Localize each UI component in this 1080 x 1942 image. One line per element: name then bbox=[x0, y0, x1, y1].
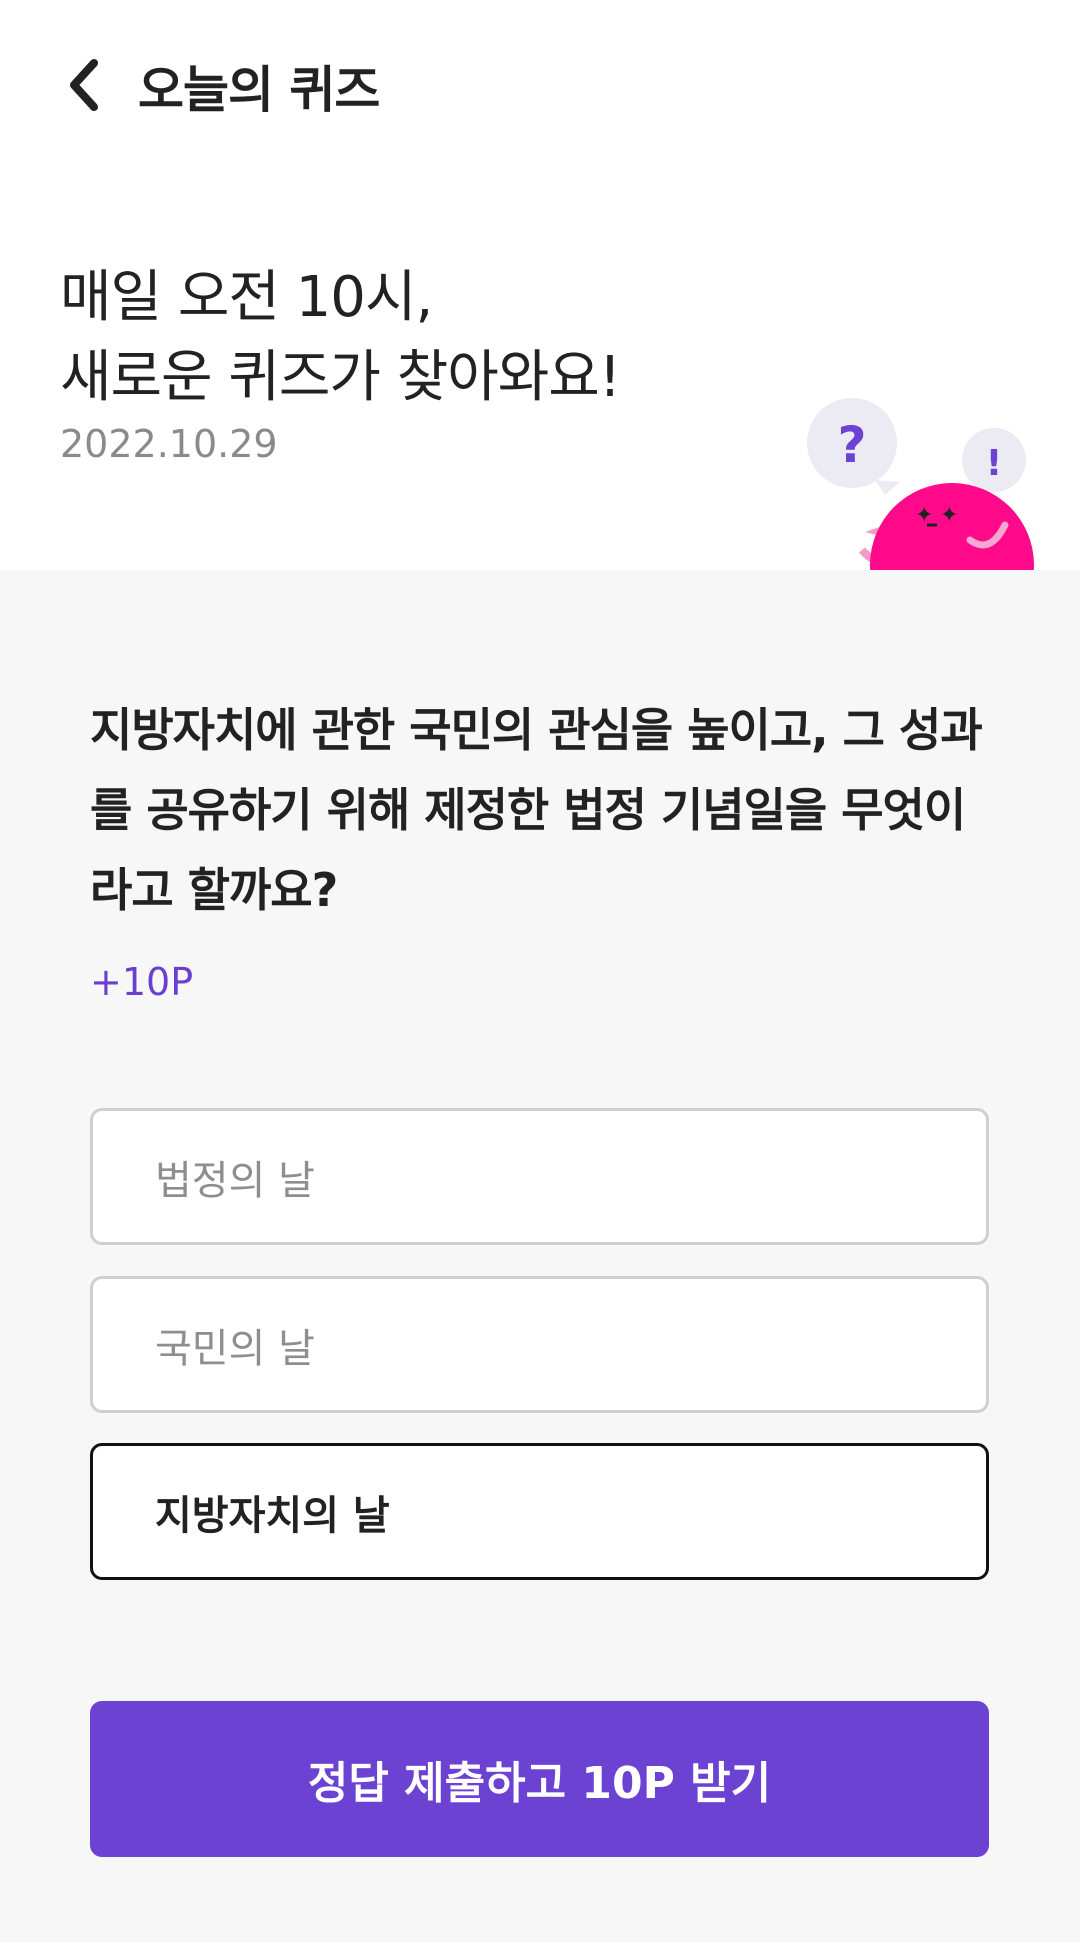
answer-option-1[interactable]: 법정의 날 bbox=[90, 1108, 989, 1245]
answer-option-label: 국민의 날 bbox=[155, 1325, 315, 1372]
answer-option-3[interactable]: 지방자치의 날 bbox=[90, 1443, 989, 1580]
mascot-illustration: ? ! ✦ ✦ bbox=[800, 220, 1040, 570]
svg-text:✦: ✦ bbox=[940, 503, 958, 528]
quiz-panel: 지방자치에 관한 국민의 관심을 높이고, 그 성과를 공유하기 위해 제정한 … bbox=[0, 570, 1080, 1942]
svg-text:?: ? bbox=[837, 416, 866, 474]
quiz-date: 2022.10.29 bbox=[60, 422, 278, 466]
chevron-left-icon bbox=[70, 59, 98, 111]
exclamation-bubble-icon: ! bbox=[962, 428, 1026, 492]
answer-option-label: 법정의 날 bbox=[155, 1157, 315, 1204]
hero-headline-line2: 새로운 퀴즈가 찾아와요! bbox=[60, 345, 621, 410]
page-title: 오늘의 퀴즈 bbox=[138, 61, 380, 119]
hero-headline-line1: 매일 오전 10시, bbox=[60, 265, 433, 330]
submit-answer-button[interactable]: 정답 제출하고 10P 받기 bbox=[90, 1701, 989, 1857]
pink-character-icon: ✦ ✦ bbox=[858, 483, 1034, 570]
quiz-question: 지방자치에 관한 국민의 관심을 높이고, 그 성과를 공유하기 위해 제정한 … bbox=[90, 703, 983, 917]
answer-option-2[interactable]: 국민의 날 bbox=[90, 1276, 989, 1413]
question-bubble-icon: ? bbox=[807, 398, 900, 495]
svg-text:!: ! bbox=[986, 443, 1002, 484]
header: 오늘의 퀴즈 bbox=[0, 0, 1080, 170]
answer-option-label: 지방자치의 날 bbox=[155, 1492, 390, 1539]
back-button[interactable] bbox=[44, 45, 124, 125]
points-reward: +10P bbox=[90, 960, 194, 1004]
